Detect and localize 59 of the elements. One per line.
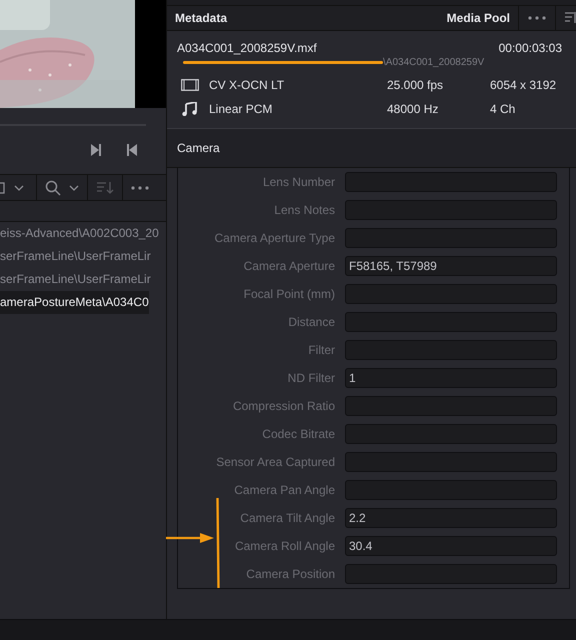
clip-file-path: \A034C001_2008259V bbox=[383, 56, 484, 68]
chevron-down-icon[interactable] bbox=[14, 184, 24, 190]
view-icon[interactable] bbox=[0, 182, 6, 194]
clip-path[interactable]: ameraPostureMeta\A034C0 bbox=[0, 291, 149, 314]
audio-channels: 4 Ch bbox=[490, 102, 516, 116]
field-label: Lens Number bbox=[262, 175, 335, 189]
clip-path[interactable]: serFrameLine\UserFrameLir bbox=[0, 268, 151, 291]
input-field[interactable]: F58165, T57989 bbox=[345, 256, 557, 276]
clip-timecode: 00:00:03:03 bbox=[498, 41, 562, 55]
field-label: Distance bbox=[287, 315, 335, 329]
sort-icon[interactable] bbox=[564, 11, 576, 25]
section-dropdown[interactable]: Camera bbox=[177, 141, 220, 155]
field-label: Filter bbox=[307, 343, 335, 357]
input-field[interactable]: 2.2 bbox=[345, 508, 557, 528]
input-field[interactable] bbox=[345, 480, 557, 500]
field-label: Camera Pan Angle bbox=[233, 483, 335, 497]
input-field[interactable] bbox=[345, 452, 557, 472]
skip-back-icon[interactable] bbox=[125, 143, 139, 157]
clip-filename: A034C001_2008259V.mxf bbox=[177, 41, 317, 55]
input-field[interactable] bbox=[345, 424, 557, 444]
field-label: Camera Aperture bbox=[242, 259, 335, 273]
field-label: Sensor Area Captured bbox=[215, 455, 335, 469]
input-field[interactable] bbox=[345, 312, 557, 332]
audio-codec: Linear PCM bbox=[209, 102, 274, 116]
input-field[interactable] bbox=[345, 284, 557, 304]
input-field[interactable] bbox=[345, 172, 557, 192]
chevron-down-icon[interactable] bbox=[69, 184, 79, 190]
sort-icon[interactable] bbox=[96, 180, 114, 194]
input-field[interactable]: 1 bbox=[345, 368, 557, 388]
input-field[interactable] bbox=[345, 396, 557, 416]
field-label: Codec Bitrate bbox=[261, 427, 335, 441]
film-icon bbox=[181, 79, 199, 91]
field-label: Camera Roll Angle bbox=[234, 539, 335, 553]
more-icon[interactable] bbox=[528, 16, 546, 20]
more-icon[interactable] bbox=[131, 186, 149, 190]
sample-rate: 48000 Hz bbox=[387, 102, 440, 116]
field-label: Camera Position bbox=[245, 567, 335, 581]
input-field[interactable] bbox=[345, 564, 557, 584]
field-label: Camera Aperture Type bbox=[213, 231, 335, 245]
field-label: Lens Notes bbox=[273, 203, 335, 217]
video-codec: CV X-OCN LT bbox=[209, 78, 286, 92]
field-label: ND Filter bbox=[286, 371, 335, 385]
resolution: 6054 x 3192 bbox=[490, 78, 558, 92]
clip-path[interactable]: eiss-Advanced\A002C003_20 bbox=[0, 222, 159, 245]
field-label: Compression Ratio bbox=[232, 399, 335, 413]
input-field[interactable]: 30.4 bbox=[345, 536, 557, 556]
input-field[interactable] bbox=[345, 228, 557, 248]
annotation-arrow bbox=[166, 533, 216, 543]
input-field[interactable] bbox=[345, 340, 557, 360]
skip-forward-icon[interactable] bbox=[89, 143, 103, 157]
search-icon[interactable] bbox=[45, 180, 61, 196]
frame-rate: 25.000 fps bbox=[387, 78, 444, 92]
media-pool-tab[interactable]: Media Pool bbox=[446, 11, 518, 25]
panel-title: Metadata bbox=[174, 11, 228, 25]
field-label: Camera Tilt Angle bbox=[239, 511, 335, 525]
input-field[interactable] bbox=[345, 200, 557, 220]
clip-path[interactable]: serFrameLine\UserFrameLir bbox=[0, 245, 151, 268]
music-note-icon bbox=[181, 102, 199, 116]
field-label: Focal Point (mm) bbox=[242, 287, 335, 301]
